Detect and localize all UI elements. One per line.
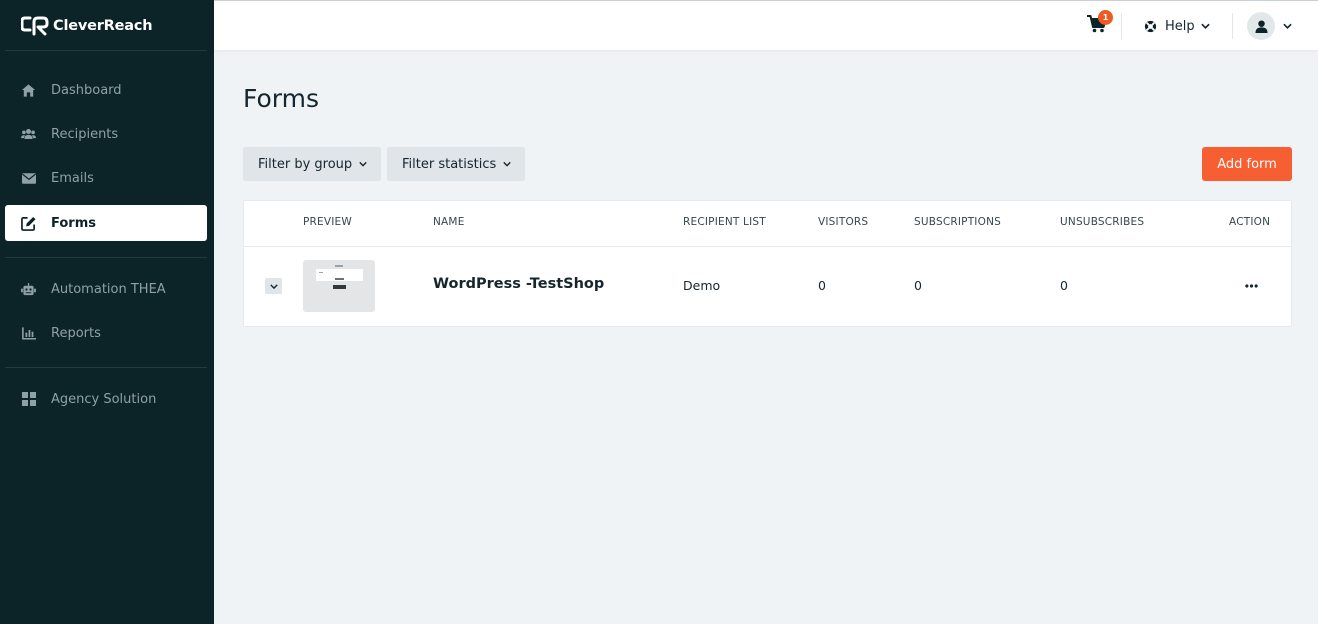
form-preview-thumbnail[interactable]: [303, 260, 375, 312]
sidebar-item-label: Dashboard: [51, 82, 122, 98]
brand-logo[interactable]: CleverReach: [21, 15, 153, 37]
nav-divider: [5, 257, 207, 258]
sidebar-item-automation-thea[interactable]: Automation THEA: [5, 271, 207, 307]
nav-divider: [5, 50, 207, 51]
sidebar-item-dashboard[interactable]: Dashboard: [5, 72, 207, 108]
column-header-subscriptions: SUBSCRIPTIONS: [914, 216, 1001, 228]
robot-icon: [21, 282, 36, 297]
topbar: 1 Help: [214, 0, 1318, 50]
sidebar-item-recipients[interactable]: Recipients: [5, 116, 207, 152]
filter-by-group-button[interactable]: Filter by group: [243, 147, 382, 181]
bar-chart-icon: [21, 326, 36, 341]
topbar-divider: [1121, 13, 1122, 39]
form-name-link[interactable]: WordPress -TestShop: [433, 276, 604, 292]
chevron-down-icon: [1283, 23, 1292, 29]
topbar-divider: [1232, 13, 1233, 39]
filter-statistics-button[interactable]: Filter statistics: [387, 147, 526, 181]
form-preview-image: [316, 265, 363, 289]
envelope-icon: [21, 171, 36, 186]
cart-count-badge: 1: [1098, 10, 1113, 25]
subscriptions-cell: 0: [914, 278, 922, 293]
column-header-unsubscribes: UNSUBSCRIBES: [1060, 216, 1145, 228]
sidebar-item-label: Reports: [51, 325, 101, 341]
forms-table: PREVIEW NAME RECIPIENT LIST VISITORS SUB…: [243, 200, 1292, 327]
page-title: Forms: [243, 84, 320, 113]
filter-statistics-label: Filter statistics: [402, 156, 497, 172]
add-form-button[interactable]: Add form: [1202, 147, 1292, 181]
nav-divider: [5, 367, 207, 368]
edit-icon: [21, 216, 36, 231]
cleverreach-logo-icon: [21, 16, 49, 36]
help-label: Help: [1165, 18, 1195, 34]
sidebar-item-label: Emails: [51, 170, 94, 186]
user-icon: [1254, 19, 1268, 33]
chevron-down-icon: [269, 283, 278, 289]
sidebar-item-reports[interactable]: Reports: [5, 315, 207, 351]
sidebar-item-forms[interactable]: Forms: [5, 205, 207, 241]
row-actions-button[interactable]: [1241, 279, 1261, 293]
filter-by-group-label: Filter by group: [258, 156, 353, 172]
help-menu[interactable]: Help: [1144, 16, 1210, 36]
users-icon: [21, 127, 36, 142]
sidebar-item-emails[interactable]: Emails: [5, 160, 207, 196]
sidebar-item-label: Forms: [51, 215, 96, 231]
column-header-preview: PREVIEW: [303, 216, 352, 228]
home-icon: [21, 83, 36, 98]
sidebar-item-label: Automation THEA: [51, 281, 166, 297]
column-header-action: ACTION: [1229, 216, 1271, 228]
column-header-visitors: VISITORS: [818, 216, 869, 228]
sidebar-item-agency-solution[interactable]: Agency Solution: [5, 381, 207, 417]
chevron-down-icon: [1200, 23, 1210, 29]
table-header-divider: [244, 246, 1291, 247]
grid-icon: [21, 392, 36, 407]
user-menu[interactable]: [1247, 12, 1292, 40]
column-header-recipient-list: RECIPIENT LIST: [683, 216, 766, 228]
avatar: [1247, 12, 1275, 40]
ellipsis-icon: [1244, 284, 1258, 288]
chevron-down-icon: [503, 161, 511, 167]
unsubscribes-cell: 0: [1060, 278, 1068, 293]
visitors-cell: 0: [818, 278, 826, 293]
sidebar-item-label: Agency Solution: [51, 391, 157, 407]
expand-row-button[interactable]: [265, 278, 282, 294]
life-ring-icon: [1144, 20, 1157, 32]
recipient-list-cell: Demo: [683, 278, 721, 293]
brand-name: CleverReach: [53, 18, 153, 34]
chevron-down-icon: [359, 161, 367, 167]
sidebar: CleverReach Dashboard Recipients Emails …: [0, 0, 214, 624]
sidebar-item-label: Recipients: [51, 126, 119, 142]
column-header-name: NAME: [433, 216, 465, 228]
